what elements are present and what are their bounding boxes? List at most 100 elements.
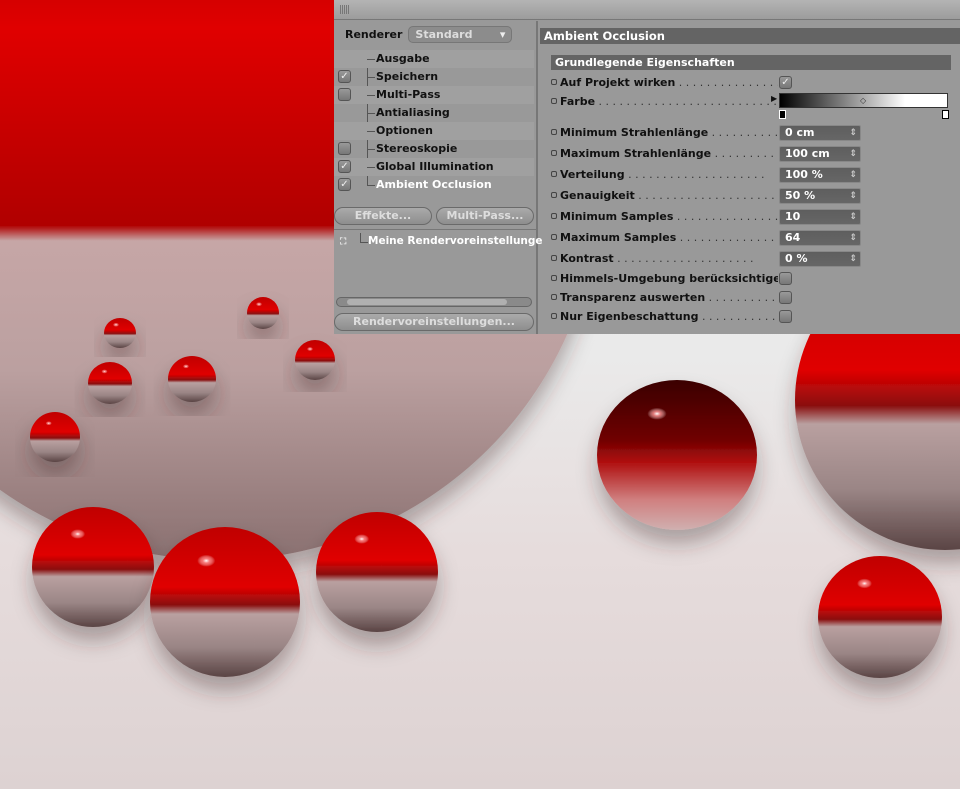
property-row: Genauigkeit . . . . . . . . . . . . . . … — [551, 187, 778, 205]
marble — [30, 412, 80, 462]
title-bar[interactable] — [334, 0, 960, 20]
property-row: Nur Eigenbeschattung . . . . . . . . . .… — [551, 308, 778, 326]
marble — [104, 318, 136, 348]
settings-tree: Ausgabe Speichern ✓ Multi-Pass Antialiasing O… — [334, 50, 534, 194]
scrollbar-thumb[interactable] — [347, 299, 507, 305]
horizontal-scrollbar[interactable] — [336, 297, 532, 307]
property-auf-projekt: Auf Projekt wirken . . . . . . . . . . .… — [551, 74, 778, 92]
expand-arrow-icon[interactable]: ▶ — [771, 94, 777, 103]
animate-dot-icon[interactable] — [551, 129, 557, 135]
panel-title: Ambient Occlusion — [540, 28, 960, 44]
property-checkbox[interactable] — [779, 310, 792, 323]
specular-highlight — [45, 421, 52, 426]
specular-highlight — [857, 578, 872, 589]
property-row: Maximum Samples . . . . . . . . . . . . … — [551, 229, 778, 247]
animate-dot-icon[interactable] — [551, 255, 557, 261]
animate-dot-icon[interactable] — [551, 79, 557, 85]
ao-properties-panel: Ambient Occlusion Grundlegende Eigenscha… — [540, 21, 960, 334]
tree-item-label: Multi-Pass — [376, 88, 441, 101]
tree-line — [367, 59, 375, 60]
tree-line — [367, 185, 375, 186]
animate-dot-icon[interactable] — [551, 213, 557, 219]
specular-highlight — [101, 369, 108, 374]
gradient-knot-icon[interactable]: ◇ — [860, 96, 866, 105]
tree-line — [367, 149, 375, 150]
tree-item-checkbox[interactable] — [338, 88, 351, 101]
property-row: Kontrast . . . . . . . . . . . . . . . .… — [551, 250, 778, 268]
property-field[interactable]: 10 — [779, 209, 861, 225]
presets-button[interactable]: Rendervoreinstellungen... — [334, 313, 534, 331]
tree-line — [367, 113, 375, 114]
divider — [334, 229, 536, 230]
renderer-label: Renderer — [345, 28, 403, 41]
property-row: Himmels-Umgebung berücksichtigen . . . .… — [551, 270, 778, 288]
animate-dot-icon[interactable] — [551, 192, 557, 198]
property-field[interactable]: 100 cm — [779, 146, 861, 162]
animate-dot-icon[interactable] — [551, 275, 557, 281]
tree-item-label: Antialiasing — [376, 106, 450, 119]
property-row: Transparenz auswerten . . . . . . . . . … — [551, 289, 778, 307]
property-row: Verteilung . . . . . . . . . . . . . . .… — [551, 166, 778, 184]
renderer-select[interactable]: Standard — [408, 26, 513, 43]
tree-line — [367, 167, 375, 168]
animate-dot-icon[interactable] — [551, 234, 557, 240]
sphere — [818, 556, 942, 678]
specular-highlight — [354, 534, 370, 544]
tree-line — [367, 77, 375, 78]
animate-dot-icon[interactable] — [551, 98, 557, 104]
tree-item-checkbox[interactable] — [338, 142, 351, 155]
specular-highlight — [307, 347, 313, 351]
preset-icon: ⛶ — [340, 237, 347, 247]
tree-item[interactable]: Multi-Pass — [334, 86, 534, 104]
property-field[interactable]: 100 % — [779, 167, 861, 183]
gradient-stop-black[interactable] — [779, 110, 786, 119]
marble — [168, 356, 216, 402]
animate-dot-icon[interactable] — [551, 294, 557, 300]
tree-item-label: Speichern — [376, 70, 439, 83]
animate-dot-icon[interactable] — [551, 313, 557, 319]
marble — [247, 297, 279, 329]
property-checkbox[interactable] — [779, 272, 792, 285]
tree-line — [360, 233, 368, 243]
animate-dot-icon[interactable] — [551, 171, 557, 177]
auf-projekt-checkbox[interactable]: ✓ — [779, 76, 792, 89]
property-row: Maximum Strahlenlänge . . . . . . . . . … — [551, 145, 778, 163]
property-field[interactable]: 50 % — [779, 188, 861, 204]
property-checkbox[interactable] — [779, 291, 792, 304]
tree-item-checkbox[interactable]: ✓ — [338, 160, 351, 173]
section-header: Grundlegende Eigenschaften — [551, 55, 951, 70]
tree-item-label: Ausgabe — [376, 52, 430, 65]
gradient-stop-white[interactable] — [942, 110, 949, 119]
tree-item[interactable]: Ambient Occlusion ✓ — [334, 176, 534, 194]
property-row: Minimum Samples . . . . . . . . . . . . … — [551, 208, 778, 226]
specular-highlight — [70, 529, 86, 539]
tree-item[interactable]: Ausgabe — [334, 50, 534, 68]
tree-item[interactable]: Global Illumination ✓ — [334, 158, 534, 176]
specular-highlight — [256, 302, 262, 307]
multipass-button[interactable]: Multi-Pass... — [436, 207, 534, 225]
marble — [88, 362, 132, 404]
tree-item[interactable]: Antialiasing — [334, 104, 534, 122]
specular-highlight — [197, 554, 216, 567]
specular-highlight — [183, 364, 189, 369]
tree-item[interactable]: Stereoskopie — [334, 140, 534, 158]
color-gradient[interactable]: ◇ — [779, 93, 948, 108]
property-field[interactable]: 0 cm — [779, 125, 861, 141]
tree-item[interactable]: Speichern ✓ — [334, 68, 534, 86]
effects-button[interactable]: Effekte... — [334, 207, 432, 225]
tree-item[interactable]: Optionen — [334, 122, 534, 140]
specular-highlight — [647, 407, 667, 420]
tree-item-checkbox[interactable]: ✓ — [338, 70, 351, 83]
property-row: Minimum Strahlenlänge . . . . . . . . . … — [551, 124, 778, 142]
property-field[interactable]: 0 % — [779, 251, 861, 267]
animate-dot-icon[interactable] — [551, 150, 557, 156]
tree-item-label: Global Illumination — [376, 160, 494, 173]
settings-tree-panel: Renderer Standard Ausgabe Speichern ✓ Multi-… — [334, 21, 543, 334]
tree-item-checkbox[interactable]: ✓ — [338, 178, 351, 191]
property-field[interactable]: 64 — [779, 230, 861, 246]
sphere — [32, 507, 154, 627]
render-settings-dialog: Renderer Standard Ausgabe Speichern ✓ Multi-… — [334, 0, 960, 334]
grip-icon[interactable] — [340, 5, 350, 14]
sphere — [316, 512, 438, 632]
preset-item[interactable]: Meine Rendervoreinstellunge — [368, 235, 543, 247]
